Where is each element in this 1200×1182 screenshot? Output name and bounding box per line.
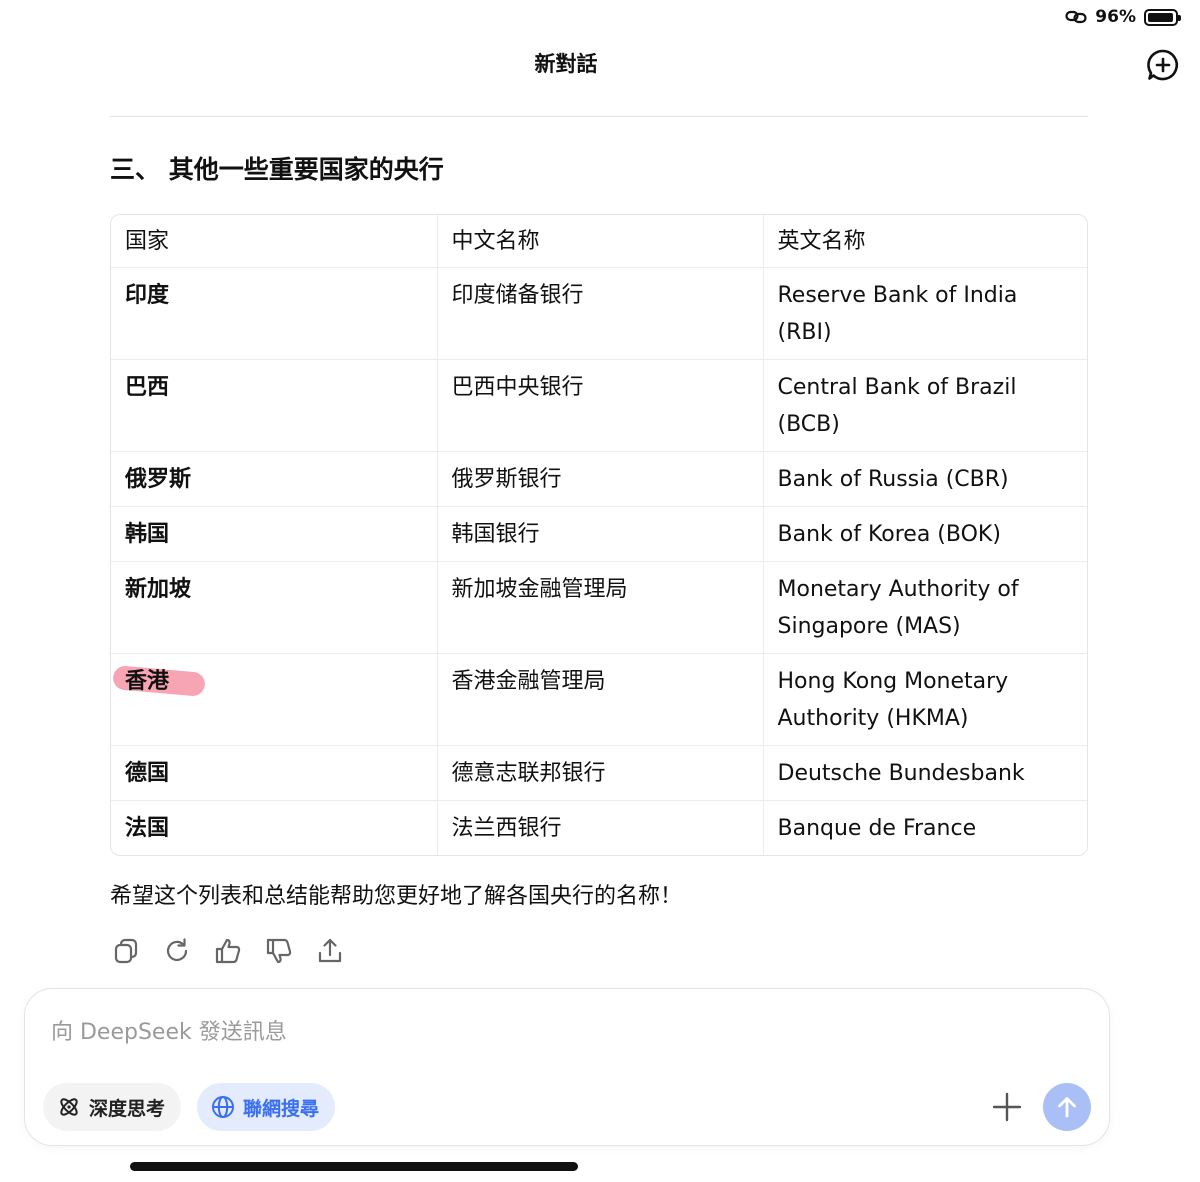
table-row: 法国 法兰西银行 Banque de France (111, 800, 1087, 855)
table-row: 香港 香港金融管理局 Hong Kong Monetary Authority … (111, 653, 1087, 746)
new-chat-icon[interactable] (1146, 48, 1180, 82)
cell-country: 韩国 (111, 506, 438, 562)
link-icon (1065, 10, 1087, 24)
cell-cn-name: 巴西中央银行 (437, 359, 764, 452)
share-icon[interactable] (316, 936, 344, 966)
attach-plus-icon[interactable] (989, 1089, 1025, 1125)
battery-icon (1144, 8, 1181, 26)
highlight-mark: 香港 (125, 663, 169, 700)
cell-country: 俄罗斯 (111, 451, 438, 507)
message-actions (112, 936, 344, 966)
cell-en-name: Bank of Russia (CBR) (763, 451, 1087, 507)
cell-cn-name: 香港金融管理局 (437, 653, 764, 746)
arrow-up-icon (1058, 1097, 1076, 1118)
closing-text: 希望这个列表和总结能帮助您更好地了解各国央行的名称！ (110, 884, 683, 909)
header-country: 国家 (111, 215, 438, 268)
cell-cn-name: 印度储备银行 (437, 267, 764, 360)
message-composer: 深度思考 聯網搜尋 (24, 988, 1110, 1146)
cell-country: 香港 (111, 653, 438, 746)
cell-en-name: Bank of Korea (BOK) (763, 506, 1087, 562)
cell-cn-name: 新加坡金融管理局 (437, 561, 764, 654)
cell-en-name: Central Bank of Brazil (BCB) (763, 359, 1087, 452)
thumbs-down-icon[interactable] (265, 936, 293, 966)
cell-en-name: Monetary Authority of Singapore (MAS) (763, 561, 1087, 654)
cell-country: 新加坡 (111, 561, 438, 654)
cell-country: 德国 (111, 745, 438, 801)
send-button[interactable] (1043, 1083, 1091, 1131)
deep-think-label: 深度思考 (89, 1097, 166, 1120)
copy-icon[interactable] (112, 936, 140, 966)
header-divider (110, 116, 1088, 117)
cell-country: 法国 (111, 800, 438, 855)
web-search-button[interactable]: 聯網搜尋 (197, 1083, 336, 1131)
header-cn-name: 中文名称 (437, 215, 764, 268)
highlighted-country: 香港 (125, 669, 170, 694)
table-row: 德国 德意志联邦银行 Deutsche Bundesbank (111, 745, 1087, 801)
home-indicator (130, 1162, 578, 1171)
table-row: 印度 印度储备银行 Reserve Bank of India (RBI) (111, 267, 1087, 360)
cell-country: 印度 (111, 267, 438, 360)
battery-fill (1148, 12, 1173, 22)
cell-en-name: Deutsche Bundesbank (763, 745, 1087, 801)
header-en-name: 英文名称 (763, 215, 1087, 268)
deep-think-button[interactable]: 深度思考 (43, 1083, 182, 1131)
screen: 96% 新對話 三、 其他一些重要国家的央行 国家 中文名称 英文名称 印度 印… (0, 0, 1200, 1182)
cell-en-name: Hong Kong Monetary Authority (HKMA) (763, 653, 1087, 746)
status-bar: 96% (1065, 6, 1181, 28)
battery-percentage: 96% (1095, 7, 1136, 27)
table-row: 新加坡 新加坡金融管理局 Monetary Authority of Singa… (111, 561, 1087, 654)
cell-cn-name: 德意志联邦银行 (437, 745, 764, 801)
page-title: 新對話 (534, 52, 598, 76)
atom-icon (60, 1098, 78, 1116)
cell-cn-name: 韩国银行 (437, 506, 764, 562)
web-search-label: 聯網搜尋 (243, 1097, 320, 1120)
central-bank-table: 国家 中文名称 英文名称 印度 印度储备银行 Reserve Bank of I… (110, 214, 1088, 856)
globe-icon (212, 1096, 234, 1118)
table-row: 巴西 巴西中央银行 Central Bank of Brazil (BCB) (111, 359, 1087, 452)
thumbs-up-icon[interactable] (214, 936, 242, 966)
table-row: 韩国 韩国银行 Bank of Korea (BOK) (111, 506, 1087, 562)
cell-cn-name: 法兰西银行 (437, 800, 764, 855)
section-heading: 三、 其他一些重要国家的央行 (110, 155, 444, 184)
table-row: 俄罗斯 俄罗斯银行 Bank of Russia (CBR) (111, 451, 1087, 507)
cell-cn-name: 俄罗斯银行 (437, 451, 764, 507)
regenerate-icon[interactable] (163, 936, 191, 966)
cell-en-name: Banque de France (777, 816, 977, 841)
cell-en-name: Reserve Bank of India (RBI) (763, 267, 1087, 360)
table-header-row: 国家 中文名称 英文名称 (111, 215, 1087, 268)
message-input[interactable] (51, 1015, 951, 1049)
cell-country: 巴西 (111, 359, 438, 452)
